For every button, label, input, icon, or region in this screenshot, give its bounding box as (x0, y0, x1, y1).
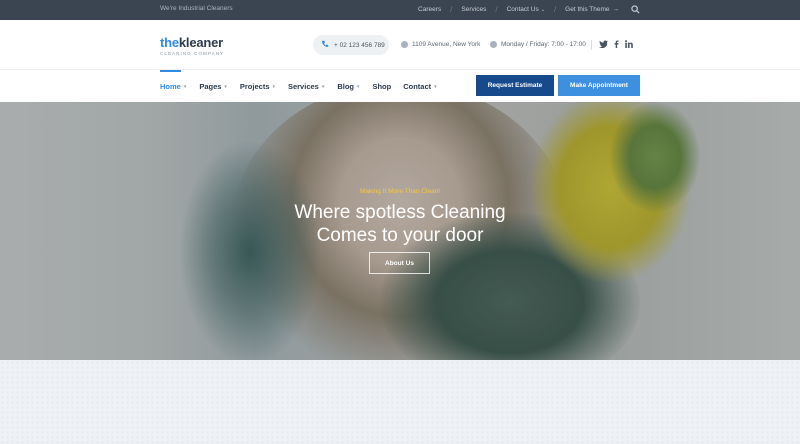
chevron-down-icon: ▼ (433, 83, 438, 89)
phone-number[interactable]: + 02 123 456 789 (313, 35, 389, 55)
top-separator: / (450, 4, 453, 14)
facebook-icon[interactable] (614, 40, 619, 50)
opening-hours: Monday / Friday: 7:00 - 17:00 (490, 41, 586, 48)
hero-section: Making It More Than Clean! Where spotles… (0, 102, 800, 360)
top-link-services[interactable]: Services (461, 6, 486, 13)
address: 1109 Avenue, New York (401, 41, 480, 48)
nav-item-blog[interactable]: Blog ▼ (337, 70, 360, 102)
request-estimate-button[interactable]: Request Estimate (476, 75, 554, 96)
nav-item-label: Pages (199, 81, 222, 91)
nav-item-label: Blog (337, 81, 354, 91)
search-icon[interactable] (631, 5, 640, 14)
top-link-contact-label: Contact Us (506, 6, 539, 13)
phone-icon (321, 40, 329, 50)
nav-item-label: Home (160, 81, 181, 91)
chevron-down-icon: ▼ (223, 83, 228, 89)
social-links (591, 40, 639, 50)
nav-item-services[interactable]: Services ▼ (288, 70, 325, 102)
address-text: 1109 Avenue, New York (412, 41, 481, 48)
top-nav: Careers / Services / Contact Us ⌄ / Get … (418, 5, 640, 14)
nav-item-projects[interactable]: Projects ▼ (240, 70, 276, 102)
hero-headline-line-2: Comes to your door (316, 225, 484, 246)
linkedin-icon[interactable] (625, 40, 633, 50)
nav-item-shop[interactable]: Shop (372, 70, 391, 102)
chevron-down-icon: ▼ (271, 83, 276, 89)
nav-item-label: Shop (372, 81, 392, 91)
nav-item-label: Services (287, 81, 319, 91)
logo-subtitle: CLEANING COMPANY (160, 51, 225, 56)
top-link-careers[interactable]: Careers (418, 6, 441, 13)
hero-eyebrow: Making It More Than Clean! (359, 188, 441, 195)
divider (591, 40, 592, 50)
twitter-icon[interactable] (599, 40, 608, 50)
top-separator: / (495, 4, 498, 14)
chevron-down-icon: ▼ (182, 83, 188, 89)
hours-text: Monday / Friday: 7:00 - 17:00 (501, 41, 586, 48)
site-header: thekleaner CLEANING COMPANY + 02 123 456… (0, 20, 800, 70)
nav-item-pages[interactable]: Pages ▼ (199, 70, 228, 102)
main-nav: Home ▼ Pages ▼ Projects ▼ Services ▼ Blog ▼ S… (0, 70, 800, 102)
top-tagline: We're Industrial Cleaners (160, 5, 233, 12)
hero-headline: Where spotless Cleaning Comes to your do… (0, 201, 800, 247)
chevron-down-icon: ▼ (320, 83, 326, 89)
top-separator: / (553, 4, 557, 14)
top-link-get-theme[interactable]: Get this Theme → (565, 6, 619, 13)
chevron-down-icon: ▼ (355, 83, 361, 89)
hero-headline-line-1: Where spotless Cleaning (294, 202, 506, 223)
nav-item-contact[interactable]: Contact ▼ (403, 70, 437, 102)
nav-item-home[interactable]: Home ▼ (160, 70, 187, 102)
nav-menu: Home ▼ Pages ▼ Projects ▼ Services ▼ Blog ▼ S… (160, 70, 450, 102)
top-link-contact[interactable]: Contact Us ⌄ (507, 6, 545, 13)
top-link-get-theme-label: Get this Theme (565, 6, 610, 13)
phone-text: + 02 123 456 789 (334, 41, 385, 49)
content-section (0, 360, 800, 444)
chevron-down-icon: ⌄ (540, 6, 545, 13)
nav-item-label: Projects (239, 81, 270, 91)
logo-wordmark: thekleaner (160, 35, 224, 50)
arrow-right-icon: → (612, 6, 620, 13)
top-bar: We're Industrial Cleaners Careers / Serv… (0, 0, 800, 20)
make-appointment-button[interactable]: Make Appointment (558, 75, 640, 96)
site-logo[interactable]: thekleaner CLEANING COMPANY (160, 36, 224, 56)
about-us-button[interactable]: About Us (369, 252, 430, 274)
location-icon (401, 41, 408, 48)
clock-icon (490, 41, 497, 48)
world-map-pattern (0, 360, 800, 444)
nav-item-label: Contact (403, 81, 432, 91)
